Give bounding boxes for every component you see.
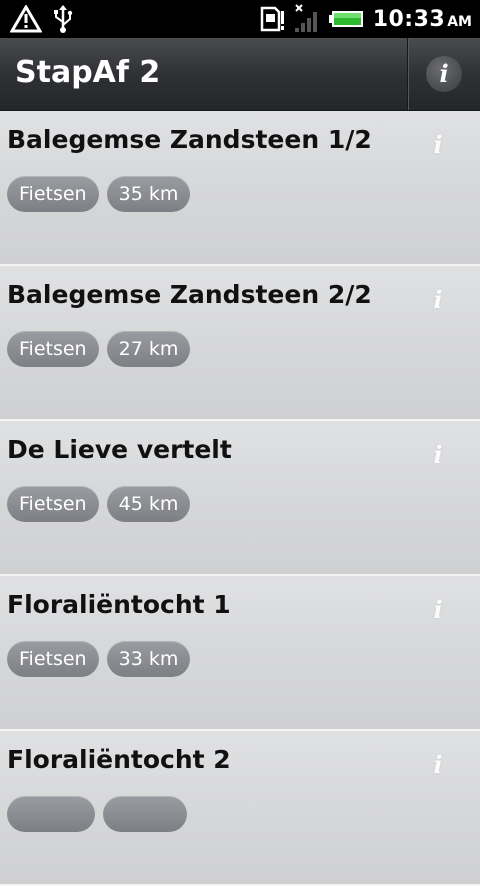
route-type-badge: Fietsen xyxy=(7,486,99,522)
route-info-icon[interactable]: i xyxy=(428,287,448,313)
clock-ampm: AM xyxy=(447,13,472,30)
route-type-badge: Fietsen xyxy=(7,641,99,677)
route-info-icon[interactable]: i xyxy=(428,442,448,468)
clock: 10:33 AM xyxy=(373,7,472,32)
action-bar-divider xyxy=(407,38,408,110)
route-distance-badge: 27 km xyxy=(106,331,191,367)
route-item[interactable]: Balegemse Zandsteen 2/2 i Fietsen 27 km xyxy=(0,266,480,421)
route-list: Balegemse Zandsteen 1/2 i Fietsen 35 km … xyxy=(0,111,480,886)
route-item[interactable]: Balegemse Zandsteen 1/2 i Fietsen 35 km xyxy=(0,111,480,266)
route-title: Floraliëntocht 1 xyxy=(7,590,231,619)
route-item[interactable]: Floraliëntocht 2 i xyxy=(0,731,480,886)
route-title: Balegemse Zandsteen 1/2 xyxy=(7,125,372,154)
route-distance-badge: 35 km xyxy=(106,176,191,212)
app-title: StapAf 2 xyxy=(15,55,161,90)
app-info-button[interactable]: i xyxy=(426,56,462,92)
route-info-icon[interactable]: i xyxy=(428,132,448,158)
action-bar: StapAf 2 i xyxy=(0,38,480,111)
clock-time: 10:33 xyxy=(372,6,446,32)
route-type-badge xyxy=(7,796,95,832)
warning-icon xyxy=(10,5,42,33)
status-bar: 10:33 AM xyxy=(0,0,480,38)
route-title: Floraliëntocht 2 xyxy=(7,745,231,774)
route-type-badge: Fietsen xyxy=(7,176,99,212)
route-item[interactable]: De Lieve vertelt i Fietsen 45 km xyxy=(0,421,480,576)
sd-card-icon xyxy=(259,5,285,33)
usb-icon xyxy=(52,4,74,34)
route-info-icon[interactable]: i xyxy=(428,597,448,623)
route-item[interactable]: Floraliëntocht 1 i Fietsen 33 km xyxy=(0,576,480,731)
route-title: De Lieve vertelt xyxy=(7,435,232,464)
battery-icon xyxy=(328,9,365,29)
route-type-badge: Fietsen xyxy=(7,331,99,367)
route-title: Balegemse Zandsteen 2/2 xyxy=(7,280,372,309)
route-distance-badge: 45 km xyxy=(106,486,191,522)
route-distance-badge: 33 km xyxy=(106,641,191,677)
no-signal-icon xyxy=(293,4,321,34)
route-distance-badge xyxy=(103,796,187,832)
route-info-icon[interactable]: i xyxy=(428,752,448,778)
